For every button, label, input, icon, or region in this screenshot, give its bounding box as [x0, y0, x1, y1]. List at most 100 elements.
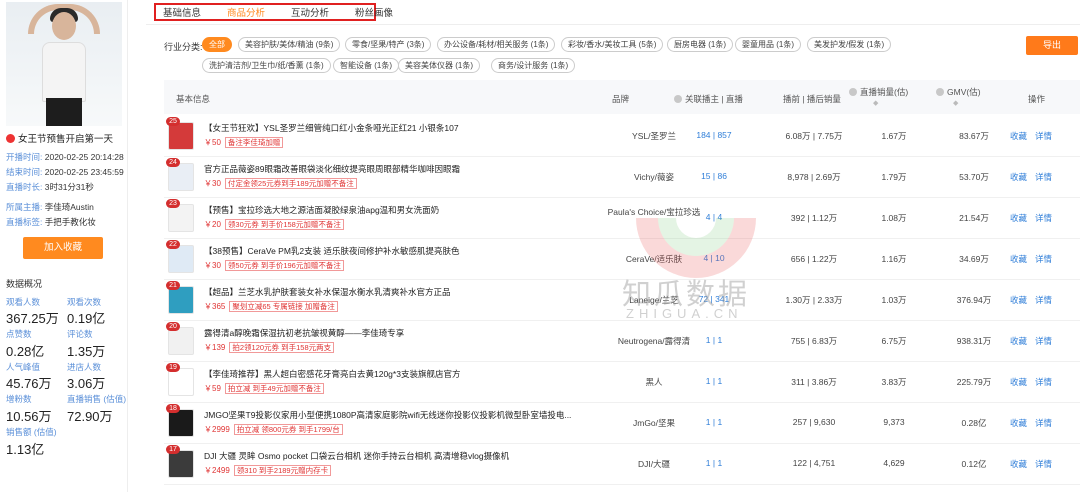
chip-category[interactable]: 彩妆/香水/美妆工具 (5条) [561, 37, 664, 52]
stat-value: 72.90万 [67, 409, 113, 424]
stat-value: 0.28亿 [6, 344, 45, 359]
product-title[interactable]: JMGO坚果T9投影仪家用小型便携1080P高清家庭影院wifi无线迷你投影仪投… [204, 409, 571, 421]
product-title[interactable]: 官方正品薇姿89眼霜改善眼袋淡化细纹提亮眼周眼部精华咖啡因眼霜 [204, 163, 460, 175]
favorite-link[interactable]: 收藏 [1010, 131, 1027, 141]
product-thumbnail[interactable] [168, 122, 194, 150]
favorite-link[interactable]: 收藏 [1010, 336, 1027, 346]
chip-category[interactable]: 零食/坚果/特产 (3条) [345, 37, 432, 52]
ops-cell: 收藏 详情 [1010, 417, 1080, 429]
detail-link[interactable]: 详情 [1035, 459, 1052, 469]
anchors-cell[interactable]: 1 | 1 [684, 458, 744, 468]
detail-link[interactable]: 详情 [1035, 172, 1052, 182]
promo-tag: 聚划立减65 专属链接 加赠备注 [229, 301, 338, 312]
product-title[interactable]: 【李佳琦推荐】黑人超白密感花牙膏亮白去黄120g*3支装旗舰店官方 [204, 368, 460, 380]
sort-icon[interactable]: ◆ [873, 99, 878, 107]
chip-category[interactable]: 婴童用品 (1条) [735, 37, 801, 52]
tab-fan-profile[interactable]: 粉丝画像 [355, 5, 393, 19]
product-thumbnail[interactable] [168, 286, 194, 314]
favorite-link[interactable]: 收藏 [1010, 418, 1027, 428]
sort-icon[interactable]: ◆ [953, 99, 958, 107]
detail-link[interactable]: 详情 [1035, 336, 1052, 346]
gmv-cell: 53.70万 [959, 172, 989, 182]
stat-value: 45.76万 [6, 376, 52, 391]
product-title[interactable]: 【超品】兰芝水乳护肤套装女补水保湿水衡水乳清爽补水官方正品 [204, 286, 451, 298]
product-thumbnail[interactable] [168, 245, 194, 273]
add-favorite-button[interactable]: 加入收藏 [23, 237, 103, 259]
product-title[interactable]: 【女王节狂欢】YSL圣罗兰细管纯口红小金条哑光正红21 小银条107 [204, 122, 459, 134]
detail-link[interactable]: 详情 [1035, 213, 1052, 223]
product-thumbnail[interactable] [168, 327, 194, 355]
detail-link[interactable]: 详情 [1035, 377, 1052, 387]
product-thumbnail[interactable] [168, 163, 194, 191]
favorite-link[interactable]: 收藏 [1010, 172, 1027, 182]
chip-category[interactable]: 厨房电器 (1条) [667, 37, 733, 52]
price-line: ￥2499 领310 到手2189元赠内存卡 [204, 465, 332, 476]
product-thumbnail[interactable] [168, 204, 194, 232]
product-thumbnail[interactable] [168, 409, 194, 437]
detail-link[interactable]: 详情 [1035, 295, 1052, 305]
tab-basic-info[interactable]: 基础信息 [163, 5, 201, 19]
anchors-cell[interactable]: 4 | 4 [684, 212, 744, 222]
chip-category[interactable]: 美容护肤/美体/精油 (9条) [238, 37, 341, 52]
product-title[interactable]: 【38预售】CeraVe PM乳2支装 适乐肤夜间修护补水敏感肌提亮肤色 [204, 245, 460, 257]
sales-cell: 8,978 | 2.69万 [787, 172, 841, 182]
chip-category[interactable]: 洗护清洁剂/卫生巾/纸/香薰 (1条) [202, 58, 331, 73]
stat-label: 观看次数 [67, 297, 102, 307]
favorite-link[interactable]: 收藏 [1010, 295, 1027, 305]
detail-link[interactable]: 详情 [1035, 254, 1052, 264]
tab-bar: 基础信息 商品分析 互动分析 粉丝画像 [154, 3, 393, 21]
tab-interaction-analysis[interactable]: 互动分析 [291, 5, 329, 19]
th-info: 基本信息 [176, 94, 211, 104]
th-live-sales[interactable]: 直播销量(估) [849, 86, 908, 98]
export-button[interactable]: 导出 [1026, 36, 1078, 55]
data-overview-title: 数据概况 [6, 279, 43, 289]
chip-category[interactable]: 商务/设计服务 (1条) [491, 58, 576, 73]
tab-product-analysis[interactable]: 商品分析 [227, 5, 265, 19]
th-anchors[interactable]: 关联播主 | 直播 [674, 93, 743, 105]
detail-link[interactable]: 详情 [1035, 418, 1052, 428]
product-title[interactable]: DJI 大疆 灵眸 Osmo pocket 口袋云台相机 迷你手持云台相机 高清… [204, 450, 509, 462]
anchors-cell[interactable]: 15 | 86 [684, 171, 744, 181]
chip-category[interactable]: 美发护发/假发 (1条) [807, 37, 892, 52]
anchors-cell[interactable]: 1 | 1 [684, 335, 744, 345]
product-thumbnail[interactable] [168, 368, 194, 396]
live-dot-icon [6, 133, 15, 143]
anchors-cell[interactable]: 184 | 857 [684, 130, 744, 140]
chip-category[interactable]: 美容美体仪器 (1条) [398, 58, 480, 73]
sidebar: 女王节预售开启第一天 开播时间: 2020-02-25 20:14:28 结束时… [0, 0, 128, 492]
product-title[interactable]: 【预售】宝拉珍选大地之源洁面凝胶绿泉油apg温和男女洗面奶 [204, 204, 439, 216]
th-gmv[interactable]: GMV(估) [936, 86, 981, 98]
gmv-cell: 376.94万 [956, 295, 992, 305]
favorite-link[interactable]: 收藏 [1010, 377, 1027, 387]
main-panel: 基础信息 商品分析 互动分析 粉丝画像 行业分类: 全部 美容护肤/美体/精油 … [146, 0, 1080, 492]
price-line: ￥365 聚划立减65 专属链接 加赠备注 [204, 301, 338, 312]
sales-cell: 656 | 1.22万 [790, 254, 838, 264]
live-sales-cell: 1.79万 [881, 172, 907, 182]
promo-tag: 付定金领25元券到手189元加赠不备注 [224, 178, 357, 189]
anchors-cell[interactable]: 1 | 1 [684, 417, 744, 427]
favorite-link[interactable]: 收藏 [1010, 254, 1027, 264]
th-brand: 品牌 [612, 94, 630, 104]
live-sales-cell: 1.67万 [881, 131, 907, 141]
chip-category[interactable]: 办公设备/耗材/相关服务 (1条) [437, 37, 556, 52]
anchors-cell[interactable]: 4 | 10 [684, 253, 744, 263]
price-line: ￥30 领50元券 到手价196元加赠不备注 [204, 260, 344, 271]
anchors-cell[interactable]: 1 | 1 [684, 376, 744, 386]
favorite-link[interactable]: 收藏 [1010, 459, 1027, 469]
stat-label: 进店人数 [67, 362, 102, 372]
chip-all[interactable]: 全部 [202, 37, 232, 52]
promo-tag: 备注李佳琦加赠 [224, 137, 284, 148]
chip-category[interactable]: 智能设备 (1条) [333, 58, 399, 73]
price-line: ￥50 备注李佳琦加赠 [204, 137, 284, 148]
sales-cell: 257 | 9,630 [792, 417, 836, 427]
favorite-link[interactable]: 收藏 [1010, 213, 1027, 223]
product-thumbnail[interactable] [168, 450, 194, 478]
detail-link[interactable]: 详情 [1035, 131, 1052, 141]
ops-cell: 收藏 详情 [1010, 294, 1080, 306]
tab-divider [146, 24, 1080, 25]
gmv-cell: 0.12亿 [961, 459, 987, 469]
table-row: 24 官方正品薇姿89眼霜改善眼袋淡化细纹提亮眼周眼部精华咖啡因眼霜 ￥30 付定金领… [164, 157, 1080, 198]
stat-label: 观看人数 [6, 297, 41, 307]
product-title[interactable]: 露得清a醇晚霜保湿抗初老抗皱视黄醇——李佳琦专享 [204, 327, 404, 339]
product-price: ￥30 [204, 261, 221, 270]
